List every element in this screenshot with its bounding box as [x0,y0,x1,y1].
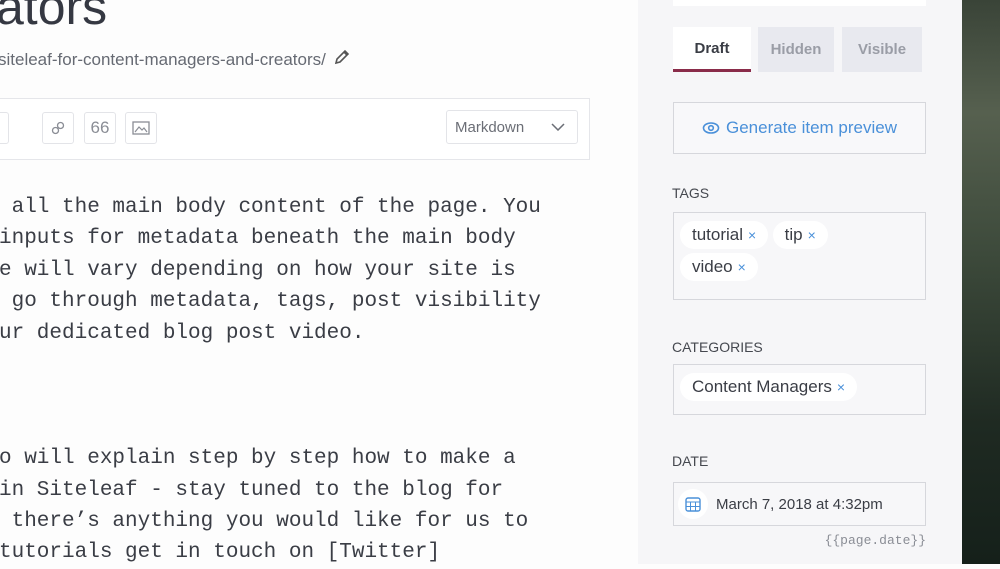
editor-toolbar: ☰ 66 Markdown [0,98,590,160]
list-button[interactable]: ☰ [0,112,9,144]
permalink-text: siteleaf-for-content-managers-and-creato… [0,49,326,69]
tag-chip: tutorial × [680,221,769,249]
remove-tag-icon[interactable]: × [738,259,746,275]
sidebar: Draft Hidden Visible Generate item previ… [638,0,962,564]
remove-category-icon[interactable]: × [837,379,845,395]
tags-label: TAGS [672,185,710,201]
date-input[interactable]: March 7, 2018 at 4:32pm [673,482,926,526]
quote-icon: 66 [90,118,110,137]
date-variable-hint: {{page.date}} [824,533,926,548]
image-icon [132,121,150,135]
category-label: Content Managers [692,377,832,396]
tag-label: tutorial [692,225,744,244]
format-select-value: Markdown [455,118,525,136]
body-line: e will vary depending on how your site i… [0,258,516,282]
sidebar-top-edge [673,0,926,6]
categories-label: CATEGORIES [672,339,763,355]
page-title[interactable]: ators [0,0,107,36]
chevron-down-icon [551,123,565,131]
tag-label: video [692,257,733,276]
body-line: in Siteleaf - stay tuned to the blog for [0,478,504,502]
generate-preview-label: Generate item preview [725,118,898,137]
tag-label: tip [784,225,803,244]
tag-chip: video × [680,253,758,281]
body-line: there’s anything you would like for us t… [0,510,529,533]
permalink: siteleaf-for-content-managers-and-creato… [0,49,350,70]
tag-chip: tip × [772,221,828,249]
body-line: o will explain step by step how to make … [0,447,516,471]
pencil-icon[interactable] [334,49,350,70]
categories-input[interactable]: Content Managers × [673,364,926,415]
background-photo [962,0,1000,564]
remove-tag-icon[interactable]: × [808,227,816,243]
tab-visible[interactable]: Visible [842,27,922,72]
tags-input[interactable]: tutorial × tip × video × [673,212,926,300]
date-value: March 7, 2018 at 4:32pm [716,495,883,513]
category-chip: Content Managers × [680,373,858,401]
format-select[interactable]: Markdown [446,110,578,144]
link-button[interactable] [42,112,74,144]
body-line: inputs for metadata beneath the main bod… [0,227,516,251]
calendar-icon[interactable] [678,489,708,519]
body-line: all the main body content of the page. Y… [0,196,541,219]
quote-button[interactable]: 66 [84,112,116,144]
tab-hidden[interactable]: Hidden [758,27,834,72]
link-icon [51,121,65,135]
generate-preview-button[interactable]: Generate item preview [673,102,926,154]
date-label: DATE [672,453,709,469]
body-line: tutorials get in touch on [Twitter] [0,541,441,565]
remove-tag-icon[interactable]: × [748,227,756,243]
eye-icon [702,122,720,134]
image-button[interactable] [125,112,157,144]
body-line: go through metadata, tags, post visibili… [0,290,541,314]
tab-draft[interactable]: Draft [673,27,751,72]
body-line: ur dedicated blog post video. [0,321,365,345]
